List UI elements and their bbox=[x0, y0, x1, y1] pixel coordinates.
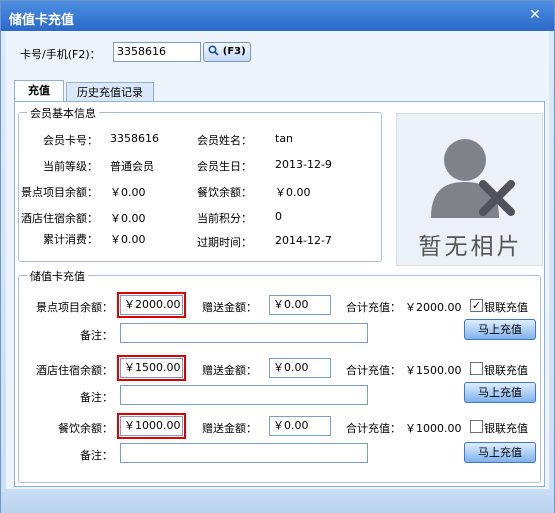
hotel-recharge-label: 酒店住宿余额： bbox=[36, 364, 113, 377]
expiry-label: 过期时间： bbox=[197, 236, 252, 249]
scenic-total-label: 合计充值： bbox=[346, 301, 401, 314]
scenic-amount-highlight bbox=[117, 292, 186, 318]
hotel-total-value: ￥1500.00 bbox=[405, 364, 462, 377]
catering-total-value: ￥1000.00 bbox=[405, 422, 462, 435]
scenic-total-value: ￥2000.00 bbox=[405, 301, 462, 314]
close-icon[interactable]: ✕ bbox=[526, 6, 544, 24]
catering-gift-label: 赠送金额： bbox=[202, 422, 257, 435]
member-info-title: 会员基本信息 bbox=[27, 105, 99, 121]
scenic-recharge-label: 景点项目余额： bbox=[36, 301, 113, 314]
hotel-amount-highlight bbox=[117, 355, 186, 381]
hotel-balance-label: 酒店住宿余额： bbox=[21, 212, 98, 225]
dialog-body: 卡号/手机(F2)： 3358616 (F3) 充值 历史充值记录 会员基本信息… bbox=[6, 31, 549, 489]
level-value: 普通会员 bbox=[110, 160, 154, 173]
catering-recharge-button[interactable]: 马上充值 bbox=[464, 442, 536, 463]
search-button[interactable]: (F3) bbox=[203, 42, 251, 62]
scenic-unionpay-checkbox[interactable]: ✓ bbox=[470, 299, 483, 312]
catering-unionpay-checkbox[interactable] bbox=[470, 420, 483, 433]
scenic-balance-value: ￥0.00 bbox=[110, 186, 146, 199]
catering-gift-input[interactable]: ￥0.00 bbox=[269, 416, 331, 436]
expiry-value: 2014-12-7 bbox=[275, 234, 332, 247]
tab-recharge[interactable]: 充值 bbox=[14, 80, 64, 102]
search-button-label: (F3) bbox=[222, 46, 246, 57]
total-spent-label: 累计消费： bbox=[43, 233, 98, 246]
scenic-note-label: 备注： bbox=[80, 329, 113, 342]
scenic-recharge-button[interactable]: 马上充值 bbox=[464, 319, 536, 340]
birthday-value: 2013-12-9 bbox=[275, 158, 332, 171]
scenic-balance-label: 景点项目余额： bbox=[21, 186, 98, 199]
catering-amount-highlight bbox=[117, 413, 186, 439]
catering-balance-value: ￥0.00 bbox=[275, 186, 311, 199]
hotel-note-label: 备注： bbox=[80, 391, 113, 404]
catering-total-label: 合计充值： bbox=[346, 422, 401, 435]
catering-recharge-label: 餐饮余额： bbox=[58, 422, 113, 435]
member-photo: 暂无相片 bbox=[396, 113, 543, 266]
hotel-gift-input[interactable]: ￥0.00 bbox=[269, 358, 331, 378]
avatar-placeholder-icon bbox=[431, 139, 515, 218]
card-no-value: 3358616 bbox=[110, 132, 159, 145]
total-spent-value: ￥0.00 bbox=[110, 233, 146, 246]
card-no-label: 会员卡号： bbox=[43, 134, 98, 147]
recharge-dialog: 储值卡充值 ✕ 卡号/手机(F2)： 3358616 (F3) 充值 历史充值记… bbox=[0, 0, 555, 513]
scenic-gift-input[interactable]: ￥0.00 bbox=[269, 295, 331, 315]
card-phone-label: 卡号/手机(F2)： bbox=[20, 48, 101, 61]
hotel-total-label: 合计充值： bbox=[346, 364, 401, 377]
birthday-label: 会员生日： bbox=[197, 160, 252, 173]
dialog-footer bbox=[1, 489, 554, 513]
catering-note-label: 备注： bbox=[80, 449, 113, 462]
points-label: 当前积分： bbox=[197, 212, 252, 225]
hotel-recharge-button[interactable]: 马上充值 bbox=[464, 382, 536, 403]
catering-note-input[interactable] bbox=[120, 443, 368, 463]
level-label: 当前等级： bbox=[43, 160, 98, 173]
tab-panel-recharge: 会员基本信息 会员卡号： 3358616 会员姓名： tan 当前等级： 普通会… bbox=[14, 101, 545, 487]
recharge-group: 储值卡充值 景点项目余额： ￥2000.00 赠送金额： ￥0.00 合计充值：… bbox=[18, 268, 541, 483]
hotel-unionpay-label: 银联充值 bbox=[484, 364, 528, 377]
scenic-note-input[interactable] bbox=[120, 323, 368, 343]
no-photo-text: 暂无相片 bbox=[418, 234, 523, 260]
scenic-unionpay-label: 银联充值 bbox=[484, 301, 528, 314]
catering-balance-label: 餐饮余额： bbox=[197, 186, 252, 199]
member-name-label: 会员姓名： bbox=[197, 134, 252, 147]
member-info-group: 会员基本信息 会员卡号： 3358616 会员姓名： tan 当前等级： 普通会… bbox=[18, 105, 382, 262]
card-phone-input[interactable]: 3358616 bbox=[113, 42, 201, 62]
tab-recharge-history[interactable]: 历史充值记录 bbox=[66, 82, 154, 102]
points-value: 0 bbox=[275, 210, 282, 223]
scenic-gift-label: 赠送金额： bbox=[202, 301, 257, 314]
recharge-group-title: 储值卡充值 bbox=[27, 268, 88, 284]
search-icon bbox=[208, 45, 222, 57]
hotel-gift-label: 赠送金额： bbox=[202, 364, 257, 377]
hotel-balance-value: ￥0.00 bbox=[110, 212, 146, 225]
window-title: 储值卡充值 bbox=[9, 13, 75, 28]
title-bar[interactable]: 储值卡充值 ✕ bbox=[1, 1, 554, 31]
hotel-unionpay-checkbox[interactable] bbox=[470, 362, 483, 375]
member-name-value: tan bbox=[275, 132, 294, 145]
hotel-note-input[interactable] bbox=[120, 385, 368, 405]
catering-unionpay-label: 银联充值 bbox=[484, 422, 528, 435]
